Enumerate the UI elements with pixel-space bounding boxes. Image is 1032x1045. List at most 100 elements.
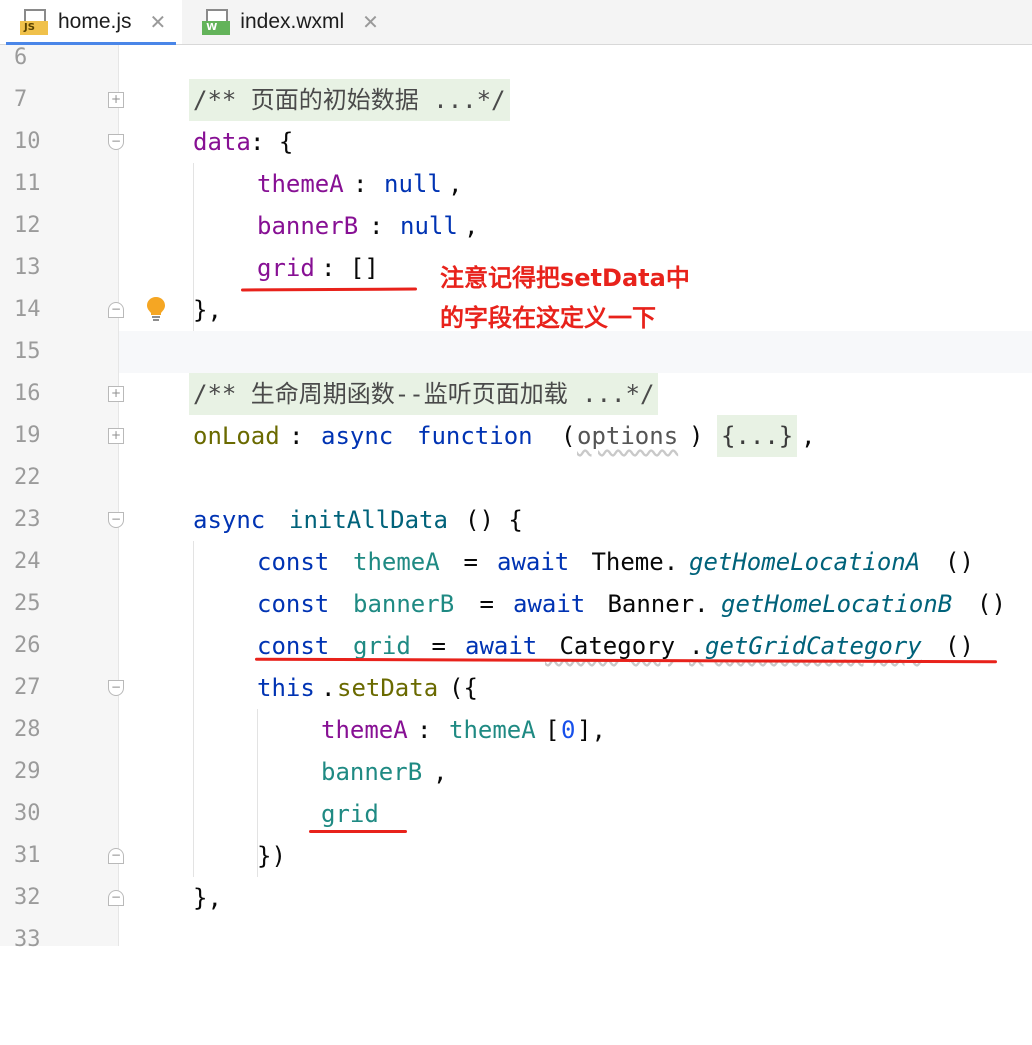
code-token: () {	[465, 506, 523, 534]
code-token: .	[321, 674, 336, 702]
close-tab-icon[interactable]: ✕	[150, 10, 167, 35]
code-token: ,	[801, 422, 816, 450]
code-token: :	[417, 716, 446, 744]
code-token: :	[289, 422, 318, 450]
code-token: data	[193, 128, 251, 156]
code-token: getHomeLocationB	[721, 590, 953, 618]
code-token: )	[689, 422, 718, 450]
line-number: 15	[14, 339, 41, 364]
code-token: Banner.	[593, 590, 709, 618]
code-token: async	[193, 506, 266, 534]
line-number: 12	[14, 213, 41, 238]
code-token: onLoad	[193, 422, 280, 450]
code-token: bannerB	[257, 212, 359, 240]
code-token: const	[257, 548, 330, 576]
code-token: ],	[577, 716, 606, 744]
line-number: 33	[14, 927, 41, 952]
code-token: : {	[250, 128, 294, 156]
code-token: ({	[449, 674, 478, 702]
line-number: 7	[14, 87, 28, 112]
line-number: 24	[14, 549, 41, 574]
line-number: 29	[14, 759, 41, 784]
code-token: ,	[433, 758, 448, 786]
code-token: (	[561, 422, 576, 450]
code-token: const	[257, 590, 330, 618]
code-line: const bannerB = await Banner. getHomeLoc…	[119, 583, 1032, 625]
folded-region[interactable]: {...}	[717, 415, 798, 457]
annotation-line: 的字段在这定义一下	[440, 304, 656, 332]
code-token: :	[369, 212, 398, 240]
wxml-file-icon: W	[202, 7, 232, 37]
annotation-line: 注意记得把setData中	[440, 264, 690, 292]
line-number: 22	[14, 465, 41, 490]
line-number: 30	[14, 801, 41, 826]
code-token: themeA	[257, 170, 344, 198]
code-token: async	[321, 422, 394, 450]
code-token: :	[353, 170, 382, 198]
code-token: ()	[945, 548, 974, 576]
code-token: await	[497, 548, 570, 576]
code-token: themeA	[321, 716, 408, 744]
code-token: bannerB	[321, 758, 423, 786]
code-token: Theme.	[577, 548, 679, 576]
code-line: async initAllData () {	[119, 499, 1032, 541]
line-number: 10	[14, 129, 41, 154]
line-number: 11	[14, 171, 41, 196]
code-line: themeA : themeA [ 0 ],	[119, 709, 1032, 751]
code-token: setData	[337, 674, 439, 702]
line-number: 13	[14, 255, 41, 280]
code-token: function	[417, 422, 533, 450]
code-token: options	[577, 422, 679, 450]
tab-label: home.js	[58, 10, 132, 33]
code-token: },	[193, 296, 222, 324]
line-number: 16	[14, 381, 41, 406]
code-token: grid	[257, 254, 315, 282]
code-token: themeA	[449, 716, 536, 744]
line-number: 14	[14, 297, 41, 322]
code-line: bannerB : null ,	[119, 205, 1032, 247]
doc-comment: /** 生命周期函数--监听页面加载 ...*/	[189, 373, 659, 415]
code-line: bannerB ,	[119, 751, 1032, 793]
code-line: themeA : null ,	[119, 163, 1032, 205]
annotation-note: 注意记得把setData中 的字段在这定义一下	[440, 258, 740, 338]
code-token: themeA	[353, 548, 440, 576]
code-token: =	[465, 590, 509, 618]
line-number: 6	[14, 45, 28, 70]
code-token: initAllData	[289, 506, 448, 534]
code-line: })	[119, 835, 1032, 877]
tab-index-wxml[interactable]: W index.wxml ✕	[182, 0, 395, 44]
line-number: 32	[14, 885, 41, 910]
code-token: 0	[561, 716, 576, 744]
code-token: await	[513, 590, 586, 618]
code-token: grid	[321, 800, 379, 828]
code-token: : []	[321, 254, 379, 282]
code-line: const themeA = await Theme. getHomeLocat…	[119, 541, 1032, 583]
annotation-underline	[309, 830, 407, 833]
code-token: [	[545, 716, 560, 744]
editor-gutter: 6 7 10 11 12 13 14 15 16 19 22 23 24 25 …	[0, 45, 124, 952]
code-line: /** 生命周期函数--监听页面加载 ...*/	[119, 373, 1032, 415]
line-number: 27	[14, 675, 41, 700]
code-token: =	[449, 548, 493, 576]
code-line: },	[119, 877, 1032, 919]
tab-label: index.wxml	[240, 10, 345, 33]
line-number: 19	[14, 423, 41, 448]
code-token: ,	[448, 170, 463, 198]
line-number: 23	[14, 507, 41, 532]
close-tab-icon[interactable]: ✕	[362, 10, 379, 35]
editor-tab-bar: JS home.js ✕ W index.wxml ✕	[0, 0, 1032, 45]
code-token: })	[257, 842, 286, 870]
code-editor[interactable]: /** 页面的初始数据 ...*/ data : { themeA : null…	[119, 45, 1032, 946]
code-token: null	[384, 170, 442, 198]
code-token: this	[257, 674, 315, 702]
js-file-icon: JS	[20, 7, 50, 37]
line-number: 28	[14, 717, 41, 742]
code-line: onLoad : async function ( options ) {...…	[119, 415, 1032, 457]
code-line: /** 页面的初始数据 ...*/	[119, 79, 1032, 121]
code-token: getHomeLocationA	[689, 548, 921, 576]
code-token: bannerB	[353, 590, 455, 618]
code-line: this . setData ({	[119, 667, 1032, 709]
line-number: 31	[14, 843, 41, 868]
line-number: 25	[14, 591, 41, 616]
code-token: null	[400, 212, 458, 240]
